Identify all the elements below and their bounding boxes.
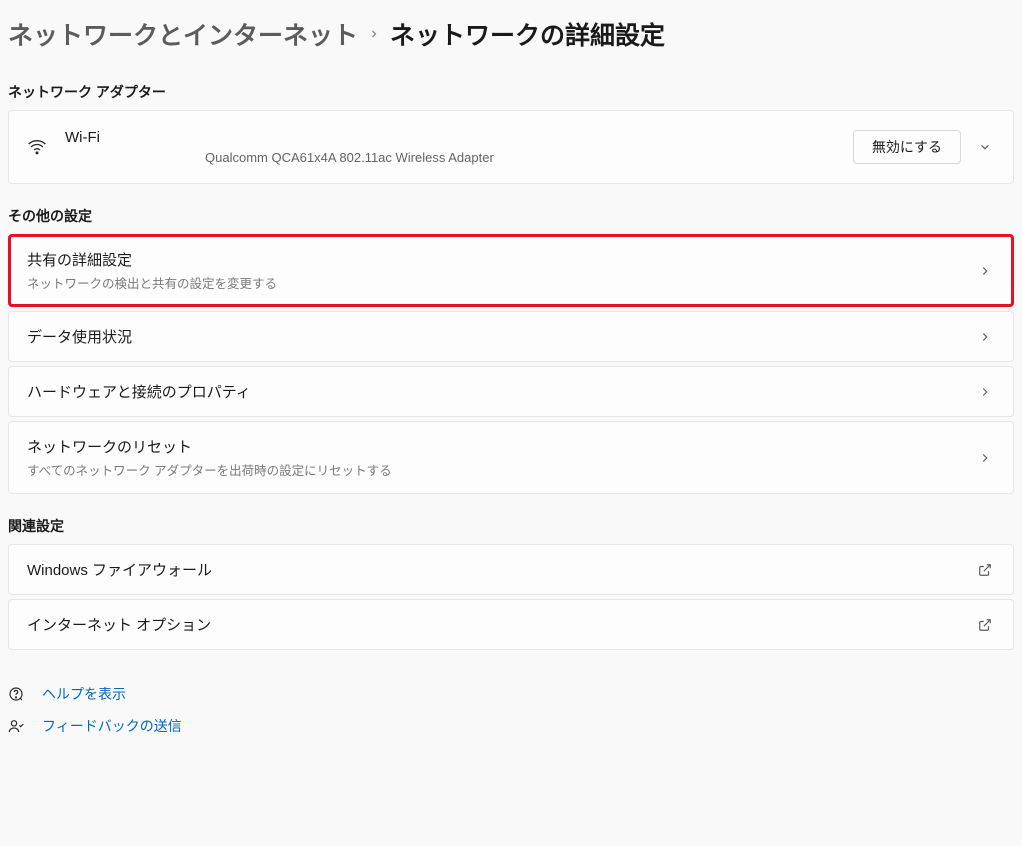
item-sub: すべてのネットワーク アダプターを出荷時の設定にリセットする [27, 460, 975, 479]
help-link[interactable]: ヘルプを表示 [8, 678, 1014, 710]
section-title-adapters: ネットワーク アダプター [8, 82, 1014, 102]
item-windows-firewall[interactable]: Windows ファイアウォール [8, 544, 1014, 595]
item-title: データ使用状況 [27, 326, 975, 347]
item-internet-options[interactable]: インターネット オプション [8, 599, 1014, 650]
feedback-label: フィードバックの送信 [42, 716, 182, 736]
wifi-icon [27, 137, 47, 157]
feedback-link[interactable]: フィードバックの送信 [8, 710, 1014, 742]
chevron-right-icon [975, 264, 995, 278]
breadcrumb: ネットワークとインターネット ネットワークの詳細設定 [0, 0, 1022, 60]
feedback-icon [8, 718, 26, 734]
item-title: ネットワークのリセット [27, 436, 975, 457]
section-title-related: 関連設定 [8, 516, 1014, 536]
disable-button[interactable]: 無効にする [853, 130, 961, 164]
chevron-right-icon [975, 385, 995, 399]
item-title: ハードウェアと接続のプロパティ [27, 381, 975, 402]
item-network-reset[interactable]: ネットワークのリセット すべてのネットワーク アダプターを出荷時の設定にリセット… [8, 421, 1014, 494]
chevron-right-icon [368, 24, 380, 45]
item-title: インターネット オプション [27, 614, 975, 635]
page-title: ネットワークの詳細設定 [390, 16, 665, 52]
adapter-name: Wi-Fi [65, 129, 853, 146]
chevron-down-icon[interactable] [975, 140, 995, 154]
item-title: 共有の詳細設定 [27, 249, 975, 270]
item-data-usage[interactable]: データ使用状況 [8, 311, 1014, 362]
adapter-wifi-card[interactable]: Wi-Fi Qualcomm QCA61x4A 802.11ac Wireles… [8, 110, 1014, 184]
chevron-right-icon [975, 330, 995, 344]
item-title: Windows ファイアウォール [27, 559, 975, 580]
external-link-icon [975, 563, 995, 577]
item-sub: ネットワークの検出と共有の設定を変更する [27, 273, 975, 292]
section-title-other: その他の設定 [8, 206, 1014, 226]
help-label: ヘルプを表示 [42, 684, 126, 704]
help-icon [8, 686, 26, 702]
footer-links: ヘルプを表示 フィードバックの送信 [8, 678, 1014, 742]
breadcrumb-parent[interactable]: ネットワークとインターネット [8, 16, 358, 52]
adapter-device: Qualcomm QCA61x4A 802.11ac Wireless Adap… [205, 150, 853, 165]
chevron-right-icon [975, 451, 995, 465]
item-hardware-properties[interactable]: ハードウェアと接続のプロパティ [8, 366, 1014, 417]
external-link-icon [975, 618, 995, 632]
item-sharing-settings[interactable]: 共有の詳細設定 ネットワークの検出と共有の設定を変更する [8, 234, 1014, 307]
